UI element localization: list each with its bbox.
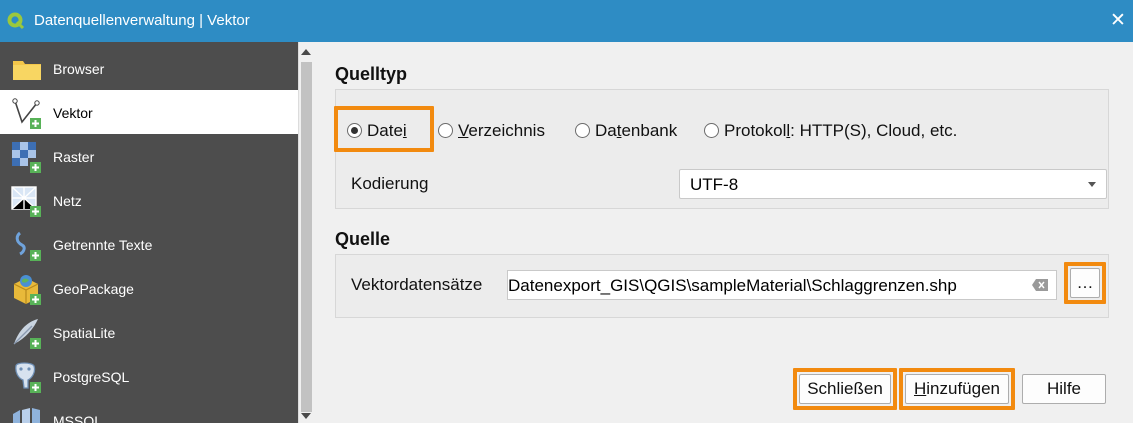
mssql-icon — [13, 408, 40, 423]
radio-database[interactable] — [575, 123, 590, 138]
sidebar-item-spatialite[interactable]: SpatiaLite — [0, 310, 298, 354]
sidebar-item-mssql[interactable]: MSSQL — [0, 398, 298, 423]
scroll-down-icon[interactable] — [301, 413, 311, 419]
postgresql-icon — [15, 362, 41, 393]
help-button[interactable]: Hilfe — [1022, 374, 1106, 404]
encoding-select[interactable]: UTF-8 — [679, 169, 1107, 199]
clear-input-icon[interactable] — [1032, 279, 1048, 291]
dialog-window: Datenquellenverwaltung | Vektor ✕ Browse… — [0, 0, 1133, 423]
raster-icon — [12, 142, 41, 173]
geopackage-icon — [13, 275, 41, 305]
radio-protocol-label[interactable]: Protokoll: HTTP(S), Cloud, etc. — [724, 121, 957, 141]
delimited-text-icon — [15, 231, 41, 261]
radio-directory-label[interactable]: Verzeichnis — [458, 121, 545, 141]
chevron-down-icon — [1088, 182, 1096, 187]
sidebar-item-postgresql[interactable]: PostgreSQL — [0, 354, 298, 398]
source-type-heading: Quelltyp — [335, 64, 408, 84]
vector-icon — [12, 98, 41, 129]
sidebar-item-geopackage[interactable]: GeoPackage — [0, 266, 298, 310]
radio-directory[interactable] — [438, 123, 453, 138]
mesh-icon — [11, 186, 41, 217]
source-sidebar: Browser Vektor Raster Netz Getrennte Tex… — [0, 42, 298, 423]
radio-file[interactable] — [347, 123, 362, 138]
sidebar-item-vector[interactable]: Vektor — [0, 90, 298, 134]
radio-protocol[interactable] — [704, 123, 719, 138]
radio-file-label[interactable]: Datei — [367, 121, 407, 141]
sidebar-item-browser[interactable]: Browser — [0, 46, 298, 90]
sidebar-scrollbar[interactable] — [298, 42, 313, 423]
close-icon[interactable]: ✕ — [1107, 10, 1129, 32]
sidebar-item-delimited-text[interactable]: Getrennte Texte — [0, 222, 298, 266]
radio-database-label[interactable]: Datenbank — [595, 121, 677, 141]
spatialite-icon — [13, 319, 41, 349]
source-heading: Quelle — [335, 229, 391, 249]
sidebar-item-mesh[interactable]: Netz — [0, 178, 298, 222]
encoding-label: Kodierung — [351, 174, 429, 193]
dataset-path-value: Datenexport_GIS\QGIS\sampleMaterial\Schl… — [508, 276, 957, 295]
browse-button[interactable]: … — [1070, 268, 1100, 298]
datasets-label: Vektordatensätze — [351, 275, 483, 294]
close-button[interactable]: Schließen — [799, 374, 891, 404]
window-title: Datenquellenverwaltung | Vektor — [34, 12, 250, 29]
folder-icon — [13, 61, 41, 80]
add-button[interactable]: Hinzufügen — [905, 374, 1009, 404]
title-bar: Datenquellenverwaltung | Vektor ✕ — [0, 0, 1133, 42]
encoding-value: UTF-8 — [690, 175, 739, 194]
sidebar-item-raster[interactable]: Raster — [0, 134, 298, 178]
main-panel: Quelltyp Datei Verzeichnis Datenbank Pro… — [313, 42, 1133, 423]
scroll-up-icon[interactable] — [301, 49, 311, 55]
qgis-logo-icon — [7, 12, 25, 30]
scroll-thumb[interactable] — [301, 62, 312, 412]
dataset-path-input[interactable]: Datenexport_GIS\QGIS\sampleMaterial\Schl… — [507, 270, 1057, 300]
